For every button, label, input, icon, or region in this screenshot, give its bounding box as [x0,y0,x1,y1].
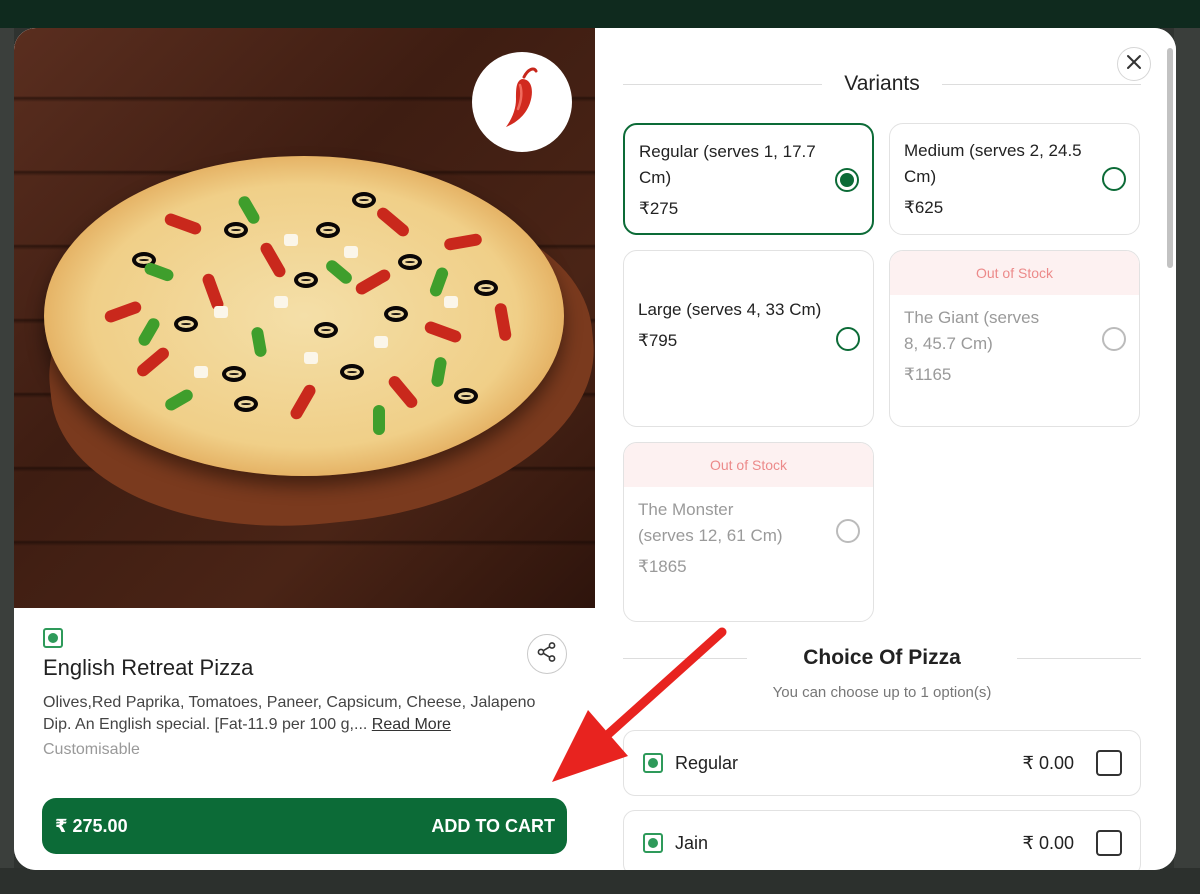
choice-checkbox[interactable] [1096,830,1122,856]
customisable-label: Customisable [43,741,140,758]
variant-option-medium[interactable]: Medium (serves 2, 24.5 Cm) ₹625 [889,123,1140,235]
variant-price: ₹795 [638,331,678,350]
radio-icon[interactable] [1102,167,1126,191]
variant-price: ₹625 [904,198,944,217]
choice-option-regular[interactable]: Regular ₹ 0.00 [623,730,1141,796]
choice-checkbox[interactable] [1096,750,1122,776]
variant-name: The Giant (serves 8, 45.7 Cm) [904,308,1040,353]
choice-label: Jain [675,832,709,853]
variant-option-large[interactable]: Large (serves 4, 33 Cm) ₹795 [623,250,874,427]
radio-disabled-icon [1102,327,1126,351]
item-customization-modal: English Retreat Pizza Olives,Red Paprika… [14,28,1176,870]
radio-selected-icon[interactable] [835,168,859,192]
add-to-cart-label: ADD TO CART [431,815,555,836]
add-to-cart-button[interactable]: ₹ 275.00 ADD TO CART [42,798,567,854]
variant-price: ₹1865 [638,557,687,576]
choice-of-pizza-title: Choice Of Pizza [803,646,961,669]
share-icon [536,641,558,668]
variants-header: Variants [623,72,1142,96]
veg-indicator-icon [643,833,663,853]
item-description-text: Olives,Red Paprika, Tomatoes, Paneer, Ca… [43,694,536,733]
variant-option-the-giant[interactable]: Out of Stock The Giant (serves 8, 45.7 C… [889,250,1140,427]
read-more-link[interactable]: Read More [372,716,451,733]
choice-label: Regular [675,752,739,773]
variant-option-the-monster[interactable]: Out of Stock The Monster (serves 12, 61 … [623,442,874,622]
variant-name: Medium (serves 2, 24.5 Cm) [904,141,1082,186]
pizza-image [14,28,595,608]
choice-price: ₹ 0.00 [1022,832,1075,853]
options-pane: Variants Regular (serves 1, 17.7 Cm) ₹27… [595,28,1176,870]
chili-icon [498,65,546,140]
cart-total-price: ₹ 275.00 [55,815,128,836]
veg-indicator-icon [43,628,63,648]
backdrop-left [0,28,14,894]
pizza [44,156,564,476]
spice-level-badge [472,52,572,152]
out-of-stock-banner: Out of Stock [624,443,873,487]
item-description: Olives,Red Paprika, Tomatoes, Paneer, Ca… [43,692,563,736]
radio-icon[interactable] [836,327,860,351]
share-button[interactable] [527,634,567,674]
backdrop-bottom [0,868,1200,894]
veg-indicator-icon [643,753,663,773]
choice-of-pizza-subtitle: You can choose up to 1 option(s) [772,684,992,701]
variant-price: ₹275 [639,199,679,218]
variant-name: Regular (serves 1, 17.7 Cm) [639,142,816,187]
variant-name: Large (serves 4, 33 Cm) [638,300,822,319]
item-title: English Retreat Pizza [43,655,254,680]
radio-disabled-icon [836,519,860,543]
variants-title: Variants [844,72,920,95]
choice-of-pizza-header: Choice Of Pizza [623,646,1141,670]
out-of-stock-banner: Out of Stock [890,251,1139,295]
variant-option-regular[interactable]: Regular (serves 1, 17.7 Cm) ₹275 [623,123,874,235]
variant-name: The Monster (serves 12, 61 Cm) [638,500,783,545]
item-details-pane: English Retreat Pizza Olives,Red Paprika… [14,28,595,870]
variant-price: ₹1165 [904,365,952,384]
choice-option-jain[interactable]: Jain ₹ 0.00 [623,810,1141,870]
choice-price: ₹ 0.00 [1022,752,1075,773]
backdrop-right [1174,28,1200,894]
backdrop-header [0,0,1200,28]
scrollbar-thumb[interactable] [1167,48,1173,268]
